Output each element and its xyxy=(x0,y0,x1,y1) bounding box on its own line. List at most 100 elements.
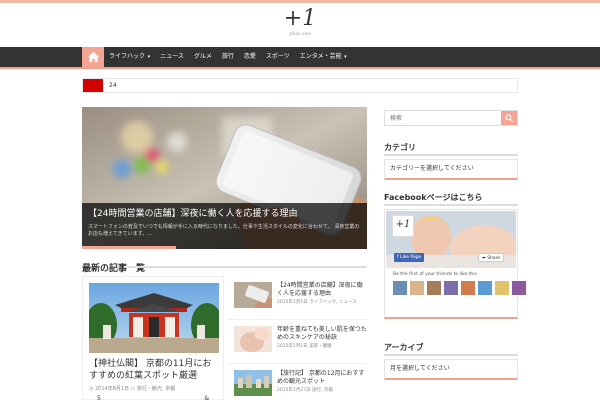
widget-title: カテゴリ xyxy=(384,143,416,152)
post-meta: 2015年1月1日 ライフハック, ニュース xyxy=(277,300,367,306)
slider-title[interactable]: 【24時間営業の店舗】深夜に働く人を応援する理由 xyxy=(88,209,361,220)
category-select-value: カテゴリーを選択してください xyxy=(390,165,474,172)
home-icon xyxy=(87,52,99,62)
widget-divider xyxy=(384,204,518,206)
slider-excerpt: スマートフォンの普及でいつでも情報が手に入る時代になりました。仕事や生活スタイル… xyxy=(88,224,360,237)
nav-item-label: 恋愛 xyxy=(243,53,256,60)
post-category[interactable]: 美容・健康 xyxy=(309,344,332,349)
search-input[interactable] xyxy=(385,111,501,125)
post-thumbnail[interactable] xyxy=(234,326,272,352)
archive-select-value: 月を選択してください xyxy=(390,365,450,372)
post-category[interactable]: 旅行, 京都 xyxy=(312,388,333,393)
list-item[interactable]: 【24時間営業の店舗】深夜に働く人を応援する理由 2015年1月1日 ライフハッ… xyxy=(228,276,367,320)
list-item[interactable]: 年齢を重ねても美しい肌を保つためのスキンケアの秘訣 2015年1月1日 美容・健… xyxy=(228,320,367,364)
friend-avatar[interactable] xyxy=(478,281,492,295)
featured-post-extra-right: & xyxy=(204,395,209,400)
facebook-like-button[interactable]: f Like Page xyxy=(394,253,425,262)
nav-item[interactable]: エンタメ・芸能 ▾ xyxy=(295,47,352,67)
nav-item[interactable]: スポーツ xyxy=(261,47,295,67)
featured-post-tag[interactable]: 京都 xyxy=(165,386,175,392)
featured-post-thumbnail[interactable] xyxy=(89,283,219,353)
cityscape-thumb xyxy=(234,370,272,396)
post-thumbnail[interactable] xyxy=(234,370,272,396)
featured-slider[interactable]: 【24時間営業の店舗】深夜に働く人を応援する理由 スマートフォンの普及でいつでも… xyxy=(82,107,367,249)
shrine-image xyxy=(89,283,219,353)
main-navigation: ライフハック ▾ ニュース グルメ 旅行 恋愛 スポーツ エンタメ・芸能 ▾ xyxy=(0,47,600,69)
nav-item-label: ニュース xyxy=(160,53,184,60)
nav-item[interactable]: グルメ xyxy=(189,47,217,67)
widget-title: Facebookページはこちら xyxy=(384,193,483,202)
nav-item-label: ライフハック xyxy=(109,53,146,60)
facebook-page-logo[interactable]: +1 xyxy=(392,215,414,237)
post-title[interactable]: 年齢を重ねても美しい肌を保つためのスキンケアの秘訣 xyxy=(277,326,367,342)
caret-down-icon: ▾ xyxy=(342,54,347,60)
post-category[interactable]: ライフハック, ニュース xyxy=(309,300,357,305)
post-date: 2015年1月27日 xyxy=(277,388,311,393)
widget-divider xyxy=(384,154,518,156)
caret-down-icon: ▾ xyxy=(146,54,151,60)
logo-mark[interactable]: +1 xyxy=(0,8,600,30)
search-button[interactable] xyxy=(501,111,517,125)
nav-item[interactable]: ライフハック ▾ xyxy=(104,47,155,67)
post-date: 2015年1月1日 xyxy=(277,344,308,349)
nav-item-label: グルメ xyxy=(193,53,212,60)
friend-avatar[interactable] xyxy=(410,281,424,295)
category-select[interactable]: カテゴリーを選択してください xyxy=(384,159,518,180)
phone-hand-thumb xyxy=(234,282,272,308)
facebook-friend-avatars xyxy=(393,281,526,295)
friend-avatar[interactable] xyxy=(427,281,441,295)
archive-select[interactable]: 月を選択してください xyxy=(384,359,518,380)
site-logo[interactable]: +1 plus one xyxy=(0,8,600,38)
widget-divider xyxy=(384,354,518,356)
post-meta: 2015年1月1日 美容・健康 xyxy=(277,344,367,350)
nav-item-label: エンタメ・芸能 xyxy=(299,53,342,60)
nav-item[interactable]: 旅行 xyxy=(217,47,239,67)
featured-post-card[interactable]: 【神社仏閣】 京都の11月におすすめの紅葉スポット厳選 ◷ 2014年8月1日 … xyxy=(82,276,224,400)
archive-widget: アーカイブ 月を選択してください xyxy=(384,342,518,380)
facebook-cover[interactable]: +1 f Like Page ➦ Share xyxy=(386,211,516,268)
facebook-page-plugin: +1 f Like Page ➦ Share Be the first of y… xyxy=(384,209,526,319)
friend-avatar[interactable] xyxy=(461,281,475,295)
friend-avatar[interactable] xyxy=(512,281,526,295)
ticker-label-badge xyxy=(83,79,103,92)
featured-post-meta: ◷ 2014年8月1日 ▭ 旅行・観光, 京都 xyxy=(89,386,176,392)
sidebar-search xyxy=(384,110,518,126)
nav-item-label: スポーツ xyxy=(265,53,290,60)
post-title[interactable]: 【24時間営業の店舗】深夜に働く人を応援する理由 xyxy=(277,282,367,298)
featured-post-date: 2014年8月1日 xyxy=(94,386,130,392)
facebook-friends-text: Be the first of your friends to like thi… xyxy=(393,272,477,277)
top-accent-line xyxy=(0,0,600,3)
featured-post-title[interactable]: 【神社仏閣】 京都の11月におすすめの紅葉スポット厳選 xyxy=(89,358,217,382)
section-divider xyxy=(124,266,367,268)
facebook-widget: Facebookページはこちら +1 f Like Page ➦ Share B… xyxy=(384,192,526,319)
list-item[interactable]: 【旅行記】 京都の12月におすすめの観光スポット 2015年1月27日 旅行, … xyxy=(228,364,367,400)
featured-post-category[interactable]: 旅行・観光 xyxy=(137,386,162,392)
featured-post-extra: 5 & xyxy=(89,395,217,400)
recent-posts-list: 【24時間営業の店舗】深夜に働く人を応援する理由 2015年1月1日 ライフハッ… xyxy=(228,276,367,400)
clock-icon: ◷ xyxy=(89,386,94,392)
breaking-news-ticker: 24 xyxy=(82,78,518,93)
logo-tagline: plus one xyxy=(289,31,311,37)
skincare-thumb xyxy=(234,326,272,352)
nav-item[interactable]: ニュース xyxy=(155,47,189,67)
category-widget: カテゴリ カテゴリーを選択してください xyxy=(384,142,518,180)
ticker-text[interactable]: 24 xyxy=(109,79,117,92)
nav-item-label: 旅行 xyxy=(221,53,234,60)
post-title[interactable]: 【旅行記】 京都の12月におすすめの観光スポット xyxy=(277,370,367,386)
folder-icon: ▭ xyxy=(130,386,136,392)
friend-avatar[interactable] xyxy=(495,281,509,295)
post-thumbnail[interactable] xyxy=(234,282,272,308)
search-icon xyxy=(505,114,513,122)
widget-title: アーカイブ xyxy=(384,343,424,352)
post-meta: 2015年1月27日 旅行, 京都 xyxy=(277,388,367,394)
friend-avatar[interactable] xyxy=(393,281,407,295)
slider-caption: 【24時間営業の店舗】深夜に働く人を応援する理由 スマートフォンの普及でいつでも… xyxy=(82,203,367,249)
nav-item[interactable]: 恋愛 xyxy=(239,47,261,67)
facebook-share-button[interactable]: ➦ Share xyxy=(478,253,505,262)
search-box xyxy=(384,110,518,126)
post-date: 2015年1月1日 xyxy=(277,300,308,305)
friend-avatar[interactable] xyxy=(444,281,458,295)
featured-post-extra-left: 5 xyxy=(97,395,101,400)
nav-home-button[interactable] xyxy=(82,47,104,67)
slider-progress-bar xyxy=(82,246,177,249)
